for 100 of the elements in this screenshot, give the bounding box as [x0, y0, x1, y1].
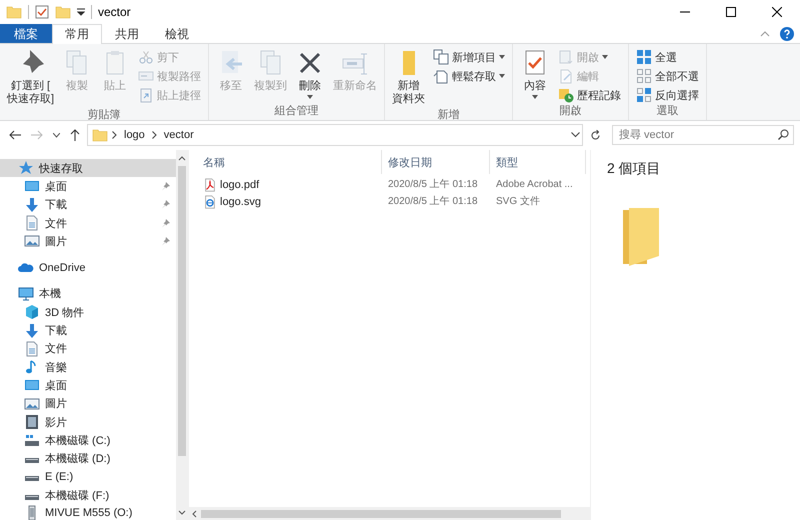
pin-icon — [161, 218, 170, 228]
table-cell-text: 2020/8/5 上午 01:18 — [387, 178, 479, 192]
chevron-icon — [112, 131, 117, 139]
picture-icon — [24, 396, 40, 412]
forward-arrow-icon — [31, 130, 43, 140]
dropdown-icon[interactable] — [571, 132, 580, 138]
sidebar-item[interactable]: 下載 — [0, 196, 176, 214]
sidebar-item[interactable]: 圖片 — [0, 394, 176, 413]
sidebar-item[interactable]: 音樂 — [0, 358, 176, 376]
column-header[interactable]: 類型 — [490, 150, 586, 174]
help-icon[interactable] — [780, 26, 794, 40]
caret-icon — [602, 55, 608, 59]
scroll-down-icon[interactable] — [178, 509, 186, 517]
group-label: 開啟 — [558, 104, 583, 119]
ribbon-button[interactable]: 全選 — [633, 48, 702, 66]
ribbon-button[interactable]: 釘選到 [ 快速存取] — [4, 46, 58, 108]
ribbon-button[interactable]: 全部不選 — [633, 67, 702, 85]
scroll-left-icon[interactable] — [191, 510, 197, 518]
group-label: 組合管理 — [274, 104, 320, 119]
search-icon — [778, 129, 789, 140]
chevron-icon — [152, 131, 157, 139]
search-field[interactable]: 搜尋 vector — [612, 125, 794, 145]
maximize-icon — [726, 7, 736, 17]
item-count: 2 個項目 — [607, 160, 662, 178]
ribbon-button[interactable]: 刪除 — [292, 46, 328, 104]
group-label: 新增 — [436, 108, 461, 122]
drive-icon — [24, 475, 40, 482]
sidebar-item[interactable]: E (E:) — [0, 468, 176, 486]
sidebar-item[interactable]: 影片 — [0, 412, 176, 432]
ribbon-tab[interactable]: 常用 — [52, 24, 102, 44]
ribbon-tab[interactable]: 檔案 — [0, 24, 52, 43]
file-row[interactable]: logo.pdf 2020/8/5 上午 01:18 Adobe Acrobat ... — [197, 176, 586, 193]
sidebar-item[interactable]: 本機磁碟 (F:) — [0, 486, 176, 504]
dropdown-icon[interactable] — [77, 8, 85, 16]
drive-icon — [24, 494, 40, 501]
picture-icon — [24, 233, 40, 250]
button-label: 資料夾 — [392, 93, 426, 106]
shortcut-icon — [138, 87, 154, 103]
web-document-icon — [203, 194, 217, 208]
scroll-up-icon[interactable] — [178, 154, 186, 162]
history-icon — [558, 87, 574, 103]
back-arrow-icon — [9, 130, 21, 140]
properties-icon[interactable] — [35, 5, 49, 19]
ribbon-button[interactable]: 新增項目 — [430, 48, 508, 66]
ribbon-button[interactable]: 歷程記錄 — [555, 86, 624, 104]
drive-icon — [24, 432, 40, 448]
document-icon — [433, 68, 450, 84]
select-all-icon — [636, 49, 652, 65]
select-none-icon — [636, 68, 652, 84]
pin-icon — [161, 236, 170, 246]
ribbon-button[interactable]: 內容 — [517, 46, 554, 104]
sidebar-item[interactable]: 桌面 — [0, 376, 176, 395]
collapse-icon[interactable] — [760, 30, 770, 36]
sidebar-item[interactable]: 本機磁碟 (D:) — [0, 449, 176, 468]
edit-icon — [558, 68, 574, 84]
column-header[interactable]: 名稱 — [197, 150, 382, 174]
table-cell-text: SVG 文件 — [495, 194, 541, 208]
caret-icon — [307, 95, 314, 99]
group-label: 選取 — [656, 104, 680, 119]
sidebar-item[interactable]: 桌面 — [0, 177, 176, 196]
button-label: 新增 — [398, 80, 420, 93]
group-label: 剪貼簿 — [86, 108, 122, 122]
chevron-down-icon — [53, 132, 60, 138]
column-header[interactable]: 修改日期 — [382, 150, 490, 174]
sidebar-item[interactable]: 文件 — [0, 214, 176, 232]
down-arrow-icon — [24, 322, 40, 339]
ribbon-button[interactable]: 新增 資料夾 — [389, 46, 428, 108]
table-cell-text: Adobe Acrobat ... — [495, 178, 574, 192]
sidebar-item[interactable]: 文件 — [0, 340, 176, 358]
sidebar-item[interactable]: 本機 — [0, 284, 176, 304]
monitor-icon — [18, 286, 34, 302]
drive-icon — [24, 457, 40, 464]
cube-icon — [24, 304, 40, 320]
film-icon — [24, 414, 40, 430]
sidebar-item[interactable]: 快速存取 — [0, 159, 176, 178]
pdf-icon — [203, 178, 217, 192]
sidebar-item[interactable]: 下載 — [0, 321, 176, 340]
sidebar-item[interactable]: 本機磁碟 (C:) — [0, 431, 176, 450]
sidebar-item[interactable]: 3D 物件 — [0, 303, 176, 322]
sidebar-item[interactable]: 圖片 — [0, 232, 176, 250]
scrollbar[interactable] — [189, 507, 590, 520]
sidebar-item[interactable]: OneDrive — [0, 258, 176, 277]
document-icon — [24, 215, 40, 232]
open-icon — [558, 49, 574, 65]
caret-icon — [532, 95, 538, 99]
table-cell-text: 2020/8/5 上午 01:18 — [387, 194, 479, 208]
pin-icon — [161, 182, 170, 191]
address-field[interactable]: logo vector — [87, 124, 583, 146]
sidebar-item[interactable]: MIVUE M555 (O:) — [0, 504, 176, 520]
breadcrumb[interactable]: vector — [160, 129, 197, 141]
new-item-icon — [433, 49, 450, 65]
ribbon-button[interactable]: 反向選擇 — [633, 86, 702, 104]
star-icon — [18, 160, 34, 176]
ribbon-button[interactable]: 輕鬆存取 — [430, 67, 508, 85]
scrollbar[interactable] — [176, 150, 188, 520]
document-icon — [24, 340, 40, 357]
file-row[interactable]: logo.svg 2020/8/5 上午 01:18 SVG 文件 — [197, 193, 586, 210]
window-title: vector — [98, 5, 131, 19]
breadcrumb[interactable]: logo — [121, 129, 148, 141]
caret-icon — [499, 55, 506, 59]
